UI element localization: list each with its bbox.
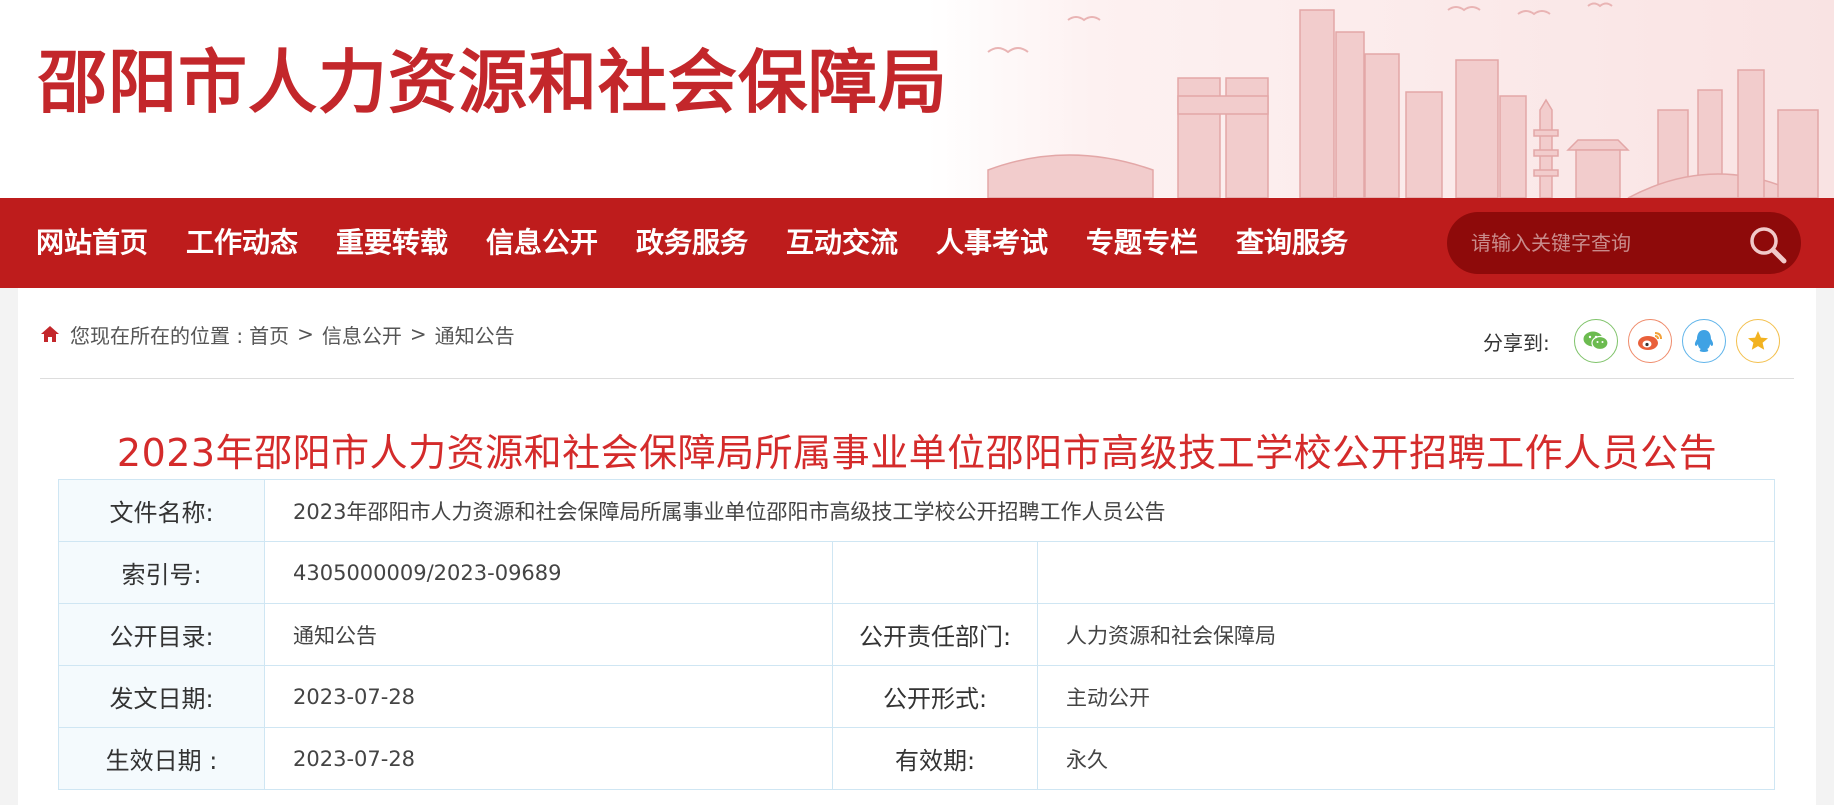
document-info-table: 文件名称: 2023年邵阳市人力资源和社会保障局所属事业单位邵阳市高级技工学校公…	[58, 479, 1775, 790]
main-nav: 网站首页 工作动态 重要转载 信息公开 政务服务 互动交流 人事考试 专题专栏 …	[0, 198, 1834, 288]
search-box	[1447, 212, 1801, 274]
validity-label: 有效期:	[832, 727, 1038, 790]
search-icon	[1750, 227, 1787, 264]
nav-item-interaction[interactable]: 互动交流	[786, 226, 898, 260]
nav-item-special-topics[interactable]: 专题专栏	[1086, 226, 1198, 260]
dept-label: 公开责任部门:	[832, 603, 1038, 666]
city-skyline-illustration	[987, 2, 1819, 198]
search-button[interactable]	[1745, 222, 1789, 266]
table-row: 索引号: 4305000009/2023-09689	[58, 541, 1775, 604]
breadcrumb-home[interactable]: 首页	[249, 320, 289, 349]
effective-date-label: 生效日期 :	[58, 727, 265, 790]
divider	[40, 378, 1794, 379]
dept-value: 人力资源和社会保障局	[1037, 603, 1775, 666]
site-title: 邵阳市人力资源和社会保障局	[38, 43, 948, 123]
nav-item-personnel-exam[interactable]: 人事考试	[936, 226, 1048, 260]
table-row: 公开目录: 通知公告 公开责任部门: 人力资源和社会保障局	[58, 603, 1775, 666]
share-wechat-button[interactable]	[1573, 319, 1618, 363]
article-title: 2023年邵阳市人力资源和社会保障局所属事业单位邵阳市高级技工学校公开招聘工作人…	[116, 431, 1718, 475]
table-row: 文件名称: 2023年邵阳市人力资源和社会保障局所属事业单位邵阳市高级技工学校公…	[58, 479, 1775, 542]
breadcrumb-info-public[interactable]: 信息公开	[322, 320, 402, 349]
qq-icon	[1694, 330, 1713, 352]
nav-item-home[interactable]: 网站首页	[36, 226, 148, 260]
file-name-label: 文件名称:	[58, 479, 265, 542]
table-row: 生效日期 : 2023-07-28 有效期: 永久	[58, 727, 1775, 790]
search-input[interactable]	[1471, 228, 1741, 258]
catalog-label: 公开目录:	[58, 603, 265, 666]
breadcrumb: 您现在所在的位置 : 首页 > 信息公开 > 通知公告	[40, 320, 515, 348]
nav-item-info-public[interactable]: 信息公开	[486, 226, 598, 260]
favorite-star-icon	[1747, 331, 1768, 350]
form-value: 主动公开	[1037, 665, 1775, 728]
home-icon	[41, 326, 59, 342]
index-value: 4305000009/2023-09689	[264, 541, 833, 604]
form-label: 公开形式:	[832, 665, 1038, 728]
empty-cell	[832, 541, 1038, 604]
issue-date-value: 2023-07-28	[264, 665, 833, 728]
empty-cell	[1037, 541, 1775, 604]
effective-date-value: 2023-07-28	[264, 727, 833, 790]
breadcrumb-separator: >	[409, 322, 427, 346]
share-favorite-button[interactable]	[1735, 319, 1780, 363]
skyline-banner	[928, 0, 1834, 198]
catalog-value: 通知公告	[264, 603, 833, 666]
index-label: 索引号:	[58, 541, 265, 604]
content-panel: 您现在所在的位置 : 首页 > 信息公开 > 通知公告 分享到: 2023年邵阳…	[18, 288, 1816, 805]
breadcrumb-separator: >	[297, 322, 314, 346]
file-name-value: 2023年邵阳市人力资源和社会保障局所属事业单位邵阳市高级技工学校公开招聘工作人…	[264, 479, 1775, 542]
nav-item-query-services[interactable]: 查询服务	[1236, 226, 1348, 260]
share-label: 分享到:	[1483, 330, 1550, 355]
share-qq-button[interactable]	[1681, 319, 1726, 363]
site-header: 邵阳市人力资源和社会保障局	[0, 0, 1834, 198]
table-row: 发文日期: 2023-07-28 公开形式: 主动公开	[58, 665, 1775, 728]
nav-item-reprints[interactable]: 重要转载	[336, 226, 448, 260]
breadcrumb-prefix: 您现在所在的位置 :	[70, 323, 244, 348]
breadcrumb-notices[interactable]: 通知公告	[435, 320, 515, 349]
share-weibo-button[interactable]	[1627, 319, 1672, 363]
share-bar: 分享到:	[1483, 318, 1790, 364]
validity-value: 永久	[1037, 727, 1775, 790]
nav-item-gov-services[interactable]: 政务服务	[636, 226, 748, 260]
issue-date-label: 发文日期:	[58, 665, 265, 728]
nav-item-work-news[interactable]: 工作动态	[186, 226, 298, 260]
weibo-icon	[1637, 332, 1662, 350]
wechat-icon	[1583, 331, 1609, 351]
